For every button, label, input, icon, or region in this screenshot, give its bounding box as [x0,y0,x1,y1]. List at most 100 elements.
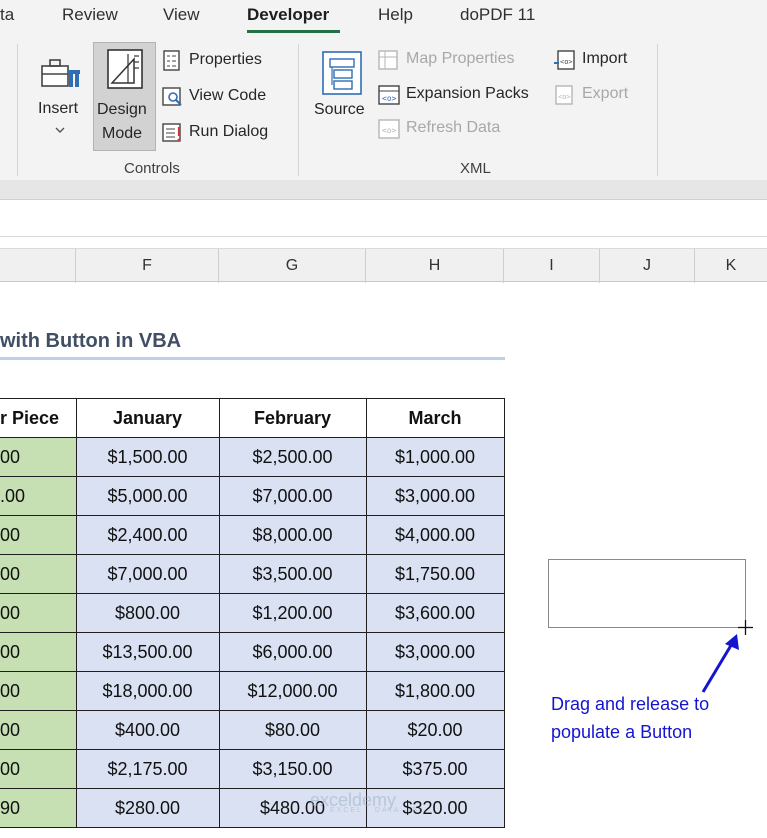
table-cell-month[interactable]: $1,200.00 [218,593,367,633]
refresh-data-icon: <o> [378,119,400,139]
tab-view[interactable]: View [163,5,200,25]
table-cell-month[interactable]: $2,400.00 [75,515,220,555]
table-cell-month[interactable]: $18,000.00 [75,671,220,711]
map-properties-icon [378,50,398,70]
chevron-down-icon [55,127,65,133]
header-cell-february[interactable]: February [218,398,367,438]
table-cell-month[interactable]: $1,000.00 [365,437,505,477]
table-cell-month[interactable]: $800.00 [75,593,220,633]
table-cell-piece[interactable]: 00 [0,593,77,633]
column-header-g[interactable]: G [219,249,366,283]
table-cell-month[interactable]: $13,500.00 [75,632,220,672]
svg-text:<o>: <o> [558,93,571,101]
table-cell-month[interactable]: $20.00 [365,710,505,750]
table-cell-piece[interactable]: .00 [0,476,77,516]
table-cell-month[interactable]: $280.00 [75,788,220,828]
annotation-line-2: populate a Button [551,722,693,742]
table-cell-month[interactable]: $2,500.00 [218,437,367,477]
column-header-h[interactable]: H [366,249,504,283]
column-header-f[interactable]: F [76,249,219,283]
table-cell-month[interactable]: $3,000.00 [365,476,505,516]
column-header-k[interactable]: K [695,249,767,283]
table-row: .00 $5,000.00 $7,000.00 $3,000.00 [0,476,505,516]
watermark-logo: exceldemy EXCEL · DATA · BI [310,790,423,814]
ribbon-bottom-border [0,180,767,200]
table-row: 00 $800.00 $1,200.00 $3,600.00 [0,593,505,633]
table-cell-month[interactable]: $3,000.00 [365,632,505,672]
watermark-tagline: EXCEL · DATA · BI [330,807,423,814]
table-cell-piece[interactable]: 90 [0,788,77,828]
column-header-row: F G H I J K [0,248,767,283]
table-cell-month[interactable]: $12,000.00 [218,671,367,711]
tab-help[interactable]: Help [378,5,413,25]
table-cell-month[interactable]: $1,500.00 [75,437,220,477]
table-cell-month[interactable]: $3,500.00 [218,554,367,594]
title-underline [0,357,505,360]
table-cell-month[interactable]: $5,000.00 [75,476,220,516]
table-row: 90 $280.00 $480.00 $320.00 [0,788,505,828]
formula-bar[interactable] [0,200,767,237]
ribbon-tab-bar: ta Review View Developer Help doPDF 11 [0,0,767,36]
table-cell-month[interactable]: $1,800.00 [365,671,505,711]
table-row: 00 $7,000.00 $3,500.00 $1,750.00 [0,554,505,594]
table-cell-month[interactable]: $8,000.00 [218,515,367,555]
table-cell-piece[interactable]: 00 [0,671,77,711]
column-header-e[interactable] [0,249,76,283]
run-dialog-icon [162,123,181,142]
source-label: Source [314,101,365,118]
table-header-row: r Piece January February March [0,398,505,438]
table-cell-month[interactable]: $7,000.00 [218,476,367,516]
export-icon: <o> [555,85,573,105]
design-mode-label-line1: Design [97,101,147,118]
column-header-j[interactable]: J [600,249,695,283]
sheet-title[interactable]: with Button in VBA [0,330,181,353]
table-row: 00 $18,000.00 $12,000.00 $1,800.00 [0,671,505,711]
import-label: Import [582,50,628,67]
group-separator [657,44,658,176]
group-separator [298,44,299,176]
table-cell-month[interactable]: $80.00 [218,710,367,750]
tab-dopdf[interactable]: doPDF 11 [460,5,535,25]
design-mode-icon [107,49,143,89]
header-cell-piece[interactable]: r Piece [0,398,77,438]
map-properties-label: Map Properties [406,50,515,67]
refresh-data-label: Refresh Data [406,119,501,136]
table-row: 00 $1,500.00 $2,500.00 $1,000.00 [0,437,505,477]
properties-label: Properties [189,51,262,68]
tab-review[interactable]: Review [62,5,118,25]
column-header-i[interactable]: I [504,249,600,283]
data-table: r Piece January February March 00 $1,500.… [0,398,505,828]
tab-data[interactable]: ta [0,5,14,25]
properties-icon [163,50,180,71]
table-cell-month[interactable]: $6,000.00 [218,632,367,672]
design-mode-label-line2: Mode [102,125,143,142]
button-placeholder-outline[interactable] [548,559,746,628]
header-cell-march[interactable]: March [365,398,505,438]
table-cell-piece[interactable]: 00 [0,632,77,672]
tab-developer[interactable]: Developer [247,5,329,25]
svg-text:<o>: <o> [382,126,397,135]
header-cell-january[interactable]: January [75,398,220,438]
xml-source-icon [322,51,362,95]
table-row: 00 $400.00 $80.00 $20.00 [0,710,505,750]
table-cell-piece[interactable]: 00 [0,710,77,750]
table-cell-month[interactable]: $7,000.00 [75,554,220,594]
table-cell-piece[interactable]: 00 [0,749,77,789]
table-cell-month[interactable]: $4,000.00 [365,515,505,555]
expansion-packs-icon: <o> [378,85,400,105]
expansion-packs-label: Expansion Packs [406,85,529,102]
table-cell-piece[interactable]: 00 [0,554,77,594]
table-cell-piece[interactable]: 00 [0,515,77,555]
view-code-icon [162,87,182,106]
table-cell-piece[interactable]: 00 [0,437,77,477]
svg-text:<o>: <o> [382,94,397,103]
table-cell-month[interactable]: $375.00 [365,749,505,789]
table-cell-month[interactable]: $400.00 [75,710,220,750]
table-cell-month[interactable]: $2,175.00 [75,749,220,789]
table-cell-month[interactable]: $1,750.00 [365,554,505,594]
table-cell-month[interactable]: $3,600.00 [365,593,505,633]
table-cell-month[interactable]: $3,150.00 [218,749,367,789]
run-dialog-label: Run Dialog [189,123,269,140]
group-separator [17,44,18,176]
insert-label: Insert [38,100,79,117]
